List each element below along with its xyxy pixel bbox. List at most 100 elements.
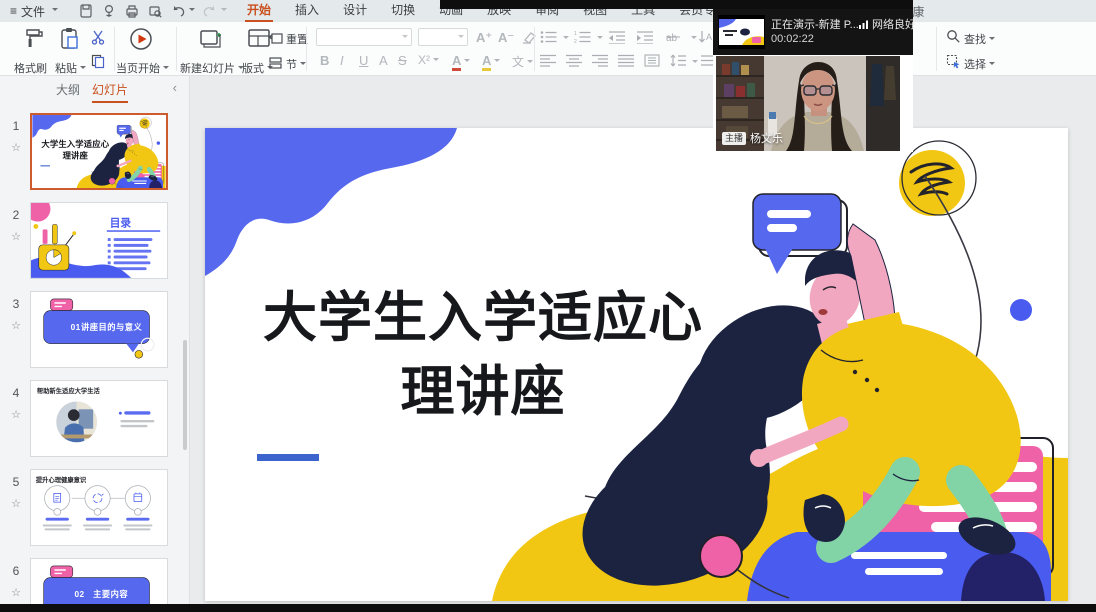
line-spacing-icon[interactable]	[670, 54, 686, 67]
format-painter-button[interactable]: 格式刷	[14, 60, 47, 76]
redo-button[interactable]	[202, 2, 227, 20]
webcam-video-frame[interactable]: 主播 杨文乐	[713, 55, 913, 152]
section-title: 讲座目的与意义	[81, 322, 142, 332]
section-icon[interactable]	[268, 55, 283, 70]
network-status: 网络良好	[859, 16, 916, 32]
section-title: 主要内容	[93, 589, 128, 599]
svg-text:A: A	[706, 32, 712, 42]
increase-indent-icon[interactable]	[636, 30, 654, 44]
webcam-overlay[interactable]: 正在演示-新建 P... 00:02:22 网络良好	[713, 9, 913, 152]
italic-button[interactable]: I	[340, 53, 344, 68]
copy-icon[interactable]	[90, 53, 106, 69]
file-menu-label: 文件	[21, 3, 45, 20]
print-button[interactable]	[124, 2, 140, 20]
strikethrough-button[interactable]: S	[398, 53, 407, 68]
slide-number: 4	[6, 386, 26, 400]
slide-gutter: 5 ☆	[6, 475, 26, 510]
star-icon[interactable]: ☆	[6, 408, 26, 421]
star-icon[interactable]: ☆	[6, 586, 26, 599]
slide-thumbnail-art: 目录	[31, 203, 167, 278]
editing-canvas: 大学生入学适应心 理讲座	[191, 76, 1096, 612]
paste-button[interactable]: 粘贴	[55, 60, 86, 76]
find-button[interactable]: 查找	[964, 31, 995, 47]
undo-button[interactable]	[170, 2, 195, 20]
slide-number: 6	[6, 564, 26, 578]
star-icon[interactable]: ☆	[6, 230, 26, 243]
char-tool-button[interactable]: A	[379, 53, 388, 68]
format-painter-icon[interactable]	[20, 26, 46, 52]
tab-slides[interactable]: 幻灯片	[92, 81, 128, 103]
paste-icon[interactable]	[57, 26, 83, 52]
slide-title-line2: 理讲座	[401, 362, 566, 422]
bold-button[interactable]: B	[320, 53, 329, 68]
title-slide-art: 大学生入学适应心 理讲座	[205, 128, 1068, 601]
select-button[interactable]: 选择	[964, 56, 995, 72]
toc-title: 目录	[110, 217, 132, 229]
panel-scrollbar[interactable]	[183, 340, 187, 450]
numbered-list-icon[interactable]: 12	[574, 30, 592, 44]
ribbon: 格式刷 粘贴 当页开始 新建幻灯片 版式 重置 节 A⁺ A⁻ B I U A …	[0, 22, 1096, 76]
svg-text:1: 1	[574, 31, 577, 37]
pinyin-button[interactable]: 文	[512, 53, 533, 70]
wps-presentation-window: ≡ 文件 开始 插入 设计 切换 动画 放映 审阅 视图 工具 会员专享 WPS…	[0, 0, 1096, 612]
paragraph-more-icon[interactable]	[700, 54, 714, 67]
play-icon[interactable]	[128, 26, 154, 52]
decrease-font-button[interactable]: A⁻	[498, 30, 514, 46]
star-icon[interactable]: ☆	[6, 319, 26, 332]
cut-icon[interactable]	[90, 29, 106, 45]
text-direction-icon[interactable]: ab	[666, 30, 686, 44]
slide-gutter: 3 ☆	[6, 297, 26, 332]
distribute-icon[interactable]	[644, 54, 660, 67]
align-justify-icon[interactable]	[618, 54, 634, 67]
tab-insert[interactable]: 插入	[293, 0, 321, 22]
bottom-black-strip	[0, 604, 1096, 612]
print-preview-button[interactable]	[147, 2, 163, 20]
slide-number: 3	[6, 297, 26, 311]
slide-number: 2	[6, 208, 26, 222]
host-name: 杨文乐	[750, 130, 783, 146]
decrease-indent-icon[interactable]	[608, 30, 626, 44]
tab-outline[interactable]: 大纲	[56, 81, 80, 98]
font-name-select[interactable]	[316, 28, 412, 46]
section-button[interactable]: 节	[286, 56, 306, 72]
presenting-header[interactable]: 正在演示-新建 P... 00:02:22 网络良好	[713, 9, 913, 55]
align-left-icon[interactable]	[540, 54, 556, 67]
highlight-button[interactable]: A	[482, 53, 500, 68]
slide-thumbnail-2[interactable]: 目录	[30, 202, 168, 279]
superscript-button[interactable]: X²	[418, 53, 439, 67]
tab-design[interactable]: 设计	[341, 0, 369, 22]
slide-gutter: 1 ☆	[6, 119, 26, 154]
host-label: 主播 杨文乐	[722, 130, 783, 146]
reset-icon[interactable]	[268, 30, 283, 45]
font-color-button[interactable]: A	[452, 53, 470, 68]
new-slide-icon[interactable]	[198, 26, 224, 52]
tab-home[interactable]: 开始	[245, 0, 273, 22]
slide-thumbnail-3[interactable]: 01 讲座目的与意义	[30, 291, 168, 368]
star-icon[interactable]: ☆	[6, 497, 26, 510]
find-icon[interactable]	[946, 29, 961, 44]
slide-thumbnail-4[interactable]: 帮助新生适应大学生活	[30, 380, 168, 457]
export-button[interactable]	[101, 2, 117, 20]
align-right-icon[interactable]	[592, 54, 608, 67]
sort-text-icon[interactable]: A	[698, 30, 714, 44]
slide-number: 1	[6, 119, 26, 133]
reset-button[interactable]: 重置	[286, 31, 308, 47]
slides-panel: 大纲 幻灯片 ‹ 1 ☆ 2 ☆	[0, 76, 190, 612]
main-slide[interactable]: 大学生入学适应心 理讲座	[205, 128, 1068, 601]
underline-button[interactable]: U	[359, 53, 368, 68]
select-icon[interactable]	[946, 54, 961, 69]
collapse-panel-button[interactable]: ‹	[173, 80, 177, 95]
tab-transition[interactable]: 切换	[389, 0, 417, 22]
start-show-button[interactable]: 当页开始	[116, 60, 169, 76]
new-slide-button[interactable]: 新建幻灯片	[180, 60, 244, 76]
save-button[interactable]	[78, 2, 94, 20]
slide-thumbnail-5[interactable]: 提升心理健康意识	[30, 469, 168, 546]
align-center-icon[interactable]	[566, 54, 582, 67]
bullet-list-icon[interactable]	[540, 30, 558, 44]
increase-font-button[interactable]: A⁺	[476, 30, 492, 46]
star-icon[interactable]: ☆	[6, 141, 26, 154]
section-badge: 02	[74, 590, 84, 599]
font-size-select[interactable]	[418, 28, 468, 46]
file-menu[interactable]: ≡ 文件	[0, 0, 68, 22]
slide-thumbnail-1[interactable]	[30, 113, 168, 190]
